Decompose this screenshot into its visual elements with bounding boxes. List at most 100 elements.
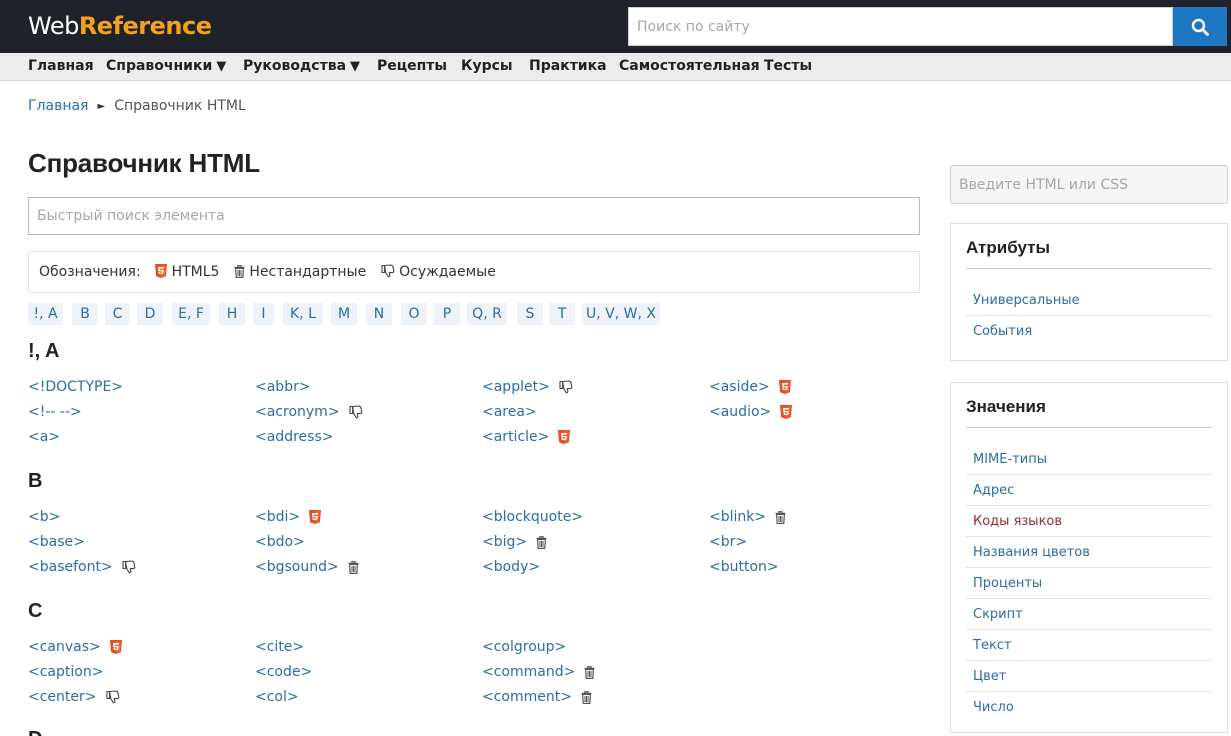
sidebar-link[interactable]: Адрес — [973, 483, 1014, 498]
tag-link[interactable]: <br> — [709, 532, 747, 552]
letter-link[interactable]: O — [401, 303, 427, 325]
tag-link[interactable]: <command> — [482, 662, 595, 682]
sidebar-link[interactable]: Универсальные — [973, 293, 1080, 308]
tag-link[interactable]: <abbr> — [255, 377, 311, 397]
tag-link[interactable]: <bdo> — [255, 532, 305, 552]
tag-link[interactable]: <acronym> — [255, 402, 363, 422]
letter-link[interactable]: !, A — [28, 303, 63, 325]
nav-item[interactable]: Рецепты — [377, 58, 447, 74]
tag-link[interactable]: <blink> — [709, 507, 786, 527]
page-title: Справочник HTML — [28, 148, 260, 178]
sidebar-link[interactable]: Коды языков — [973, 514, 1062, 529]
letter-link[interactable]: I — [253, 303, 274, 325]
tag-link[interactable]: <audio> — [709, 402, 793, 422]
tag-link[interactable]: <base> — [28, 532, 85, 552]
sidebar-link[interactable]: Скрипт — [973, 607, 1023, 622]
tag-link[interactable]: <!DOCTYPE> — [28, 377, 123, 397]
tag-link[interactable]: <big> — [482, 532, 547, 552]
sidebar-link[interactable]: Цвет — [973, 669, 1006, 684]
tag-link[interactable]: <canvas> — [28, 637, 122, 657]
trash-icon — [581, 690, 592, 704]
tag-link[interactable]: <colgroup> — [482, 637, 566, 657]
tag-link[interactable]: <article> — [482, 427, 571, 447]
tag-link[interactable]: <col> — [255, 687, 299, 707]
trash-icon — [584, 665, 595, 679]
thumbs-down-icon — [559, 380, 573, 394]
tag-link[interactable]: <!-- --> — [28, 402, 82, 422]
letter-link[interactable]: K, L — [283, 303, 323, 325]
sidebar-link[interactable]: MIME-типы — [973, 452, 1047, 467]
sidebar-link[interactable]: Проценты — [973, 576, 1042, 591]
sidebar-link[interactable]: Число — [973, 700, 1014, 715]
tag-link[interactable]: <bgsound> — [255, 557, 359, 577]
sidebar-search-input[interactable]: Введите HTML или CSS — [950, 165, 1228, 204]
legend-deprecated-label: Осуждаемые — [399, 264, 496, 280]
breadcrumb-current: Справочник HTML — [114, 98, 246, 114]
tag-label: <area> — [482, 404, 537, 420]
tag-link[interactable]: <aside> — [709, 377, 791, 397]
sidebar-link[interactable]: События — [973, 324, 1032, 339]
letter-link[interactable]: B — [72, 303, 98, 325]
letter-link[interactable]: E, F — [172, 303, 210, 325]
tag-link[interactable]: <address> — [255, 427, 333, 447]
tag-link[interactable]: <blockquote> — [482, 507, 583, 527]
tag-label: <b> — [28, 509, 61, 525]
quick-search-input[interactable]: Быстрый поиск элемента — [28, 197, 920, 235]
tag-label: <canvas> — [28, 639, 101, 655]
letter-link[interactable]: D — [137, 303, 163, 325]
letter-link[interactable]: H — [219, 303, 245, 325]
tag-link[interactable]: <cite> — [255, 637, 304, 657]
tag-link[interactable]: <center> — [28, 687, 120, 707]
tag-link[interactable]: <comment> — [482, 687, 592, 707]
tag-link[interactable]: <button> — [709, 557, 779, 577]
letter-link[interactable]: C — [105, 303, 130, 325]
divider — [966, 598, 1212, 599]
tag-link[interactable]: <code> — [255, 662, 312, 682]
tag-label: <a> — [28, 429, 61, 445]
trash-icon — [536, 535, 547, 549]
tag-label: <blink> — [709, 509, 767, 525]
tag-link[interactable]: <area> — [482, 402, 537, 422]
legend-box: Обозначения: HTML5 Нестандартные Осуждае… — [28, 251, 920, 293]
tag-label: <button> — [709, 559, 779, 575]
tag-link[interactable]: <applet> — [482, 377, 573, 397]
tag-link[interactable]: <body> — [482, 557, 540, 577]
letter-link[interactable]: Q, R — [467, 303, 507, 325]
breadcrumb-home[interactable]: Главная — [28, 98, 88, 114]
sidebar-link[interactable]: Названия цветов — [973, 545, 1090, 560]
tag-label: <bdo> — [255, 534, 305, 550]
nav-item[interactable]: Тесты — [764, 58, 812, 74]
html5-icon — [558, 430, 571, 444]
letter-link[interactable]: N — [366, 303, 392, 325]
thumbs-down-icon — [381, 264, 395, 280]
nav-item[interactable]: Главная — [28, 58, 94, 74]
letter-link[interactable]: U, V, W, X — [582, 303, 660, 325]
letter-link[interactable]: S — [517, 303, 543, 325]
nav-item-label: Самостоятельная — [619, 58, 760, 74]
tag-label: <cite> — [255, 639, 305, 655]
nav-item-label: Практика — [529, 58, 607, 74]
site-search-button[interactable] — [1173, 7, 1227, 46]
sidebar-link[interactable]: Текст — [973, 638, 1012, 653]
letter-link[interactable]: P — [434, 303, 460, 325]
nav-item-label: Главная — [28, 58, 94, 74]
nav-item[interactable]: Самостоятельная — [619, 58, 760, 74]
thumbs-down-icon — [348, 405, 363, 419]
tag-link[interactable]: <b> — [28, 507, 60, 527]
nav-item[interactable]: Справочники ▼ — [106, 58, 226, 74]
tag-label: <comment> — [482, 689, 572, 705]
tag-link[interactable]: <a> — [28, 427, 60, 447]
nav-item-label: Руководства — [243, 58, 347, 74]
site-search-input[interactable]: Поиск по сайту — [628, 7, 1173, 46]
divider — [966, 691, 1212, 692]
nav-item[interactable]: Руководства ▼ — [243, 58, 360, 74]
logo-reference: Reference — [78, 12, 212, 40]
tag-link[interactable]: <caption> — [28, 662, 103, 682]
nav-item[interactable]: Курсы — [461, 58, 513, 74]
tag-link[interactable]: <bdi> — [255, 507, 322, 527]
letter-link[interactable]: T — [549, 303, 575, 325]
tag-link[interactable]: <basefont> — [28, 557, 136, 577]
letter-link[interactable]: M — [331, 303, 357, 325]
nav-item[interactable]: Практика — [529, 58, 607, 74]
site-logo[interactable]: WebReference — [28, 12, 212, 40]
